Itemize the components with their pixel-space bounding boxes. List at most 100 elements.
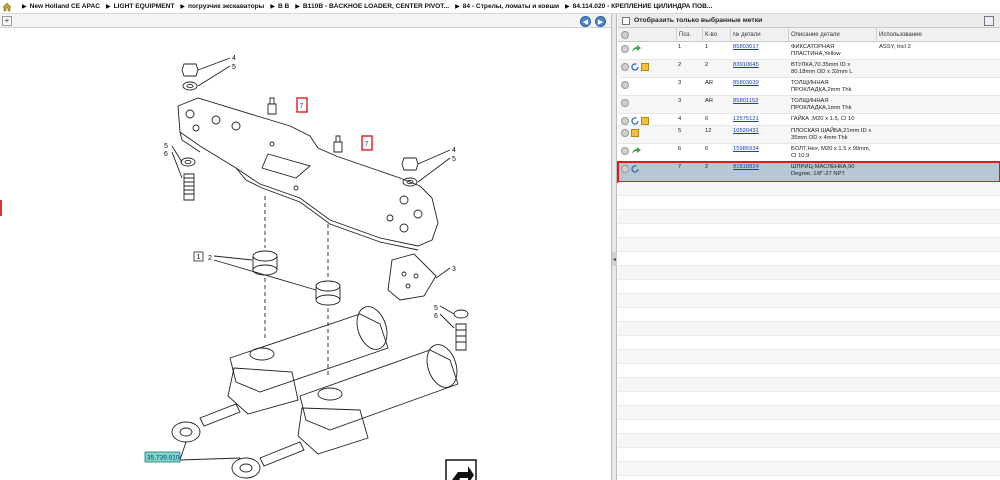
grease-fitting — [267, 97, 277, 115]
breadcrumb-arrow-icon: ▶ — [295, 4, 300, 10]
callout-number[interactable]: 4 — [232, 55, 236, 62]
rod-eye — [231, 457, 261, 479]
callout-number[interactable]: 6 — [434, 313, 438, 320]
breadcrumb-item[interactable]: B B — [278, 3, 289, 10]
callout-number[interactable]: 3 — [452, 266, 456, 273]
cylinder-part — [229, 313, 389, 393]
row-select-icon[interactable] — [621, 45, 629, 53]
replacement-arrow-icon[interactable] — [631, 45, 641, 53]
cell-qty: AR — [705, 80, 714, 86]
cylinder-part — [299, 349, 459, 431]
part-number-link[interactable]: 85801153 — [733, 98, 787, 105]
row-select-icon[interactable] — [621, 147, 629, 155]
refresh-icon[interactable] — [631, 117, 639, 125]
table-row[interactable]: 1 1 85803617 ФИКСАТОРНАЯ ПЛАСТИНА,Yellow ASS… — [618, 42, 1000, 60]
breadcrumb-item[interactable]: 84 - Стрелы, ломаты и ковши — [463, 3, 559, 10]
part-number-link[interactable]: 10520431 — [733, 128, 787, 135]
empty-row — [618, 224, 1000, 238]
column-header-qty[interactable]: К-во — [702, 28, 730, 42]
empty-row — [618, 462, 1000, 476]
row-select-icon[interactable] — [621, 117, 629, 125]
breadcrumb-item[interactable]: New Holland CE APAC — [30, 3, 100, 10]
table-row[interactable]: 7 2 81818824 ШПРИЦ-МАСЛЕНКА,90 Degree, 1/8"… — [617, 161, 1000, 183]
breadcrumb-item-current: 84.114.020 - КРЕПЛЕНИЕ ЦИЛИНДРА ПОВ... — [572, 3, 713, 10]
breadcrumb-item[interactable]: B110B - BACKHOE LOADER, CENTER PIVOT... — [303, 3, 449, 10]
row-select-icon[interactable] — [621, 165, 629, 173]
callout-number[interactable]: 5 — [452, 156, 456, 163]
breadcrumb-arrow-icon: ▶ — [180, 4, 186, 10]
app-window: ▶ New Holland CE APAC ▶ LIGHT EQUIPMENT … — [0, 0, 1000, 480]
part-number-link[interactable]: 12575121 — [733, 116, 787, 123]
callout-number-selected[interactable]: 7 — [300, 103, 304, 110]
cell-description: ГАЙКА ,M20 x 1.5, Cl 10 — [791, 116, 855, 122]
panel-splitter[interactable]: ◂ — [612, 14, 617, 480]
show-selected-label: Отобразить только выбранные метки — [634, 17, 763, 24]
cell-description: ШПРИЦ-МАСЛЕНКА,90 Degree, 1/8"-27 NPT — [791, 164, 855, 177]
diagram-panel: + ◀ ▶ 4 5 5 6 4 5 3 5 6 2 1 7 7 35.739.0… — [0, 14, 612, 480]
empty-row — [618, 280, 1000, 294]
expand-button[interactable]: + — [2, 16, 12, 26]
callout-number[interactable]: 5 — [232, 64, 236, 71]
cell-qty: 2 — [705, 164, 709, 170]
callout-number[interactable]: 1 — [197, 254, 201, 261]
empty-row — [618, 294, 1000, 308]
breadcrumb-item[interactable]: погрузчик экскаваторы — [188, 3, 264, 10]
cell-usage: ASSY, Incl 2 — [879, 44, 911, 50]
column-header-part[interactable]: № детали — [730, 28, 788, 42]
part-number-link[interactable]: 81818824 — [733, 164, 787, 171]
table-row[interactable]: 5 12 10520431 ПЛОСКАЯ ШАЙБА,21mm ID x 35mm … — [618, 126, 1000, 144]
column-header-usage[interactable]: Использование — [876, 28, 1000, 42]
replacement-arrow-icon[interactable] — [631, 147, 641, 155]
part-number-link[interactable]: 15986934 — [733, 146, 787, 153]
refresh-icon[interactable] — [631, 63, 639, 71]
prev-page-button[interactable]: ◀ — [580, 16, 591, 27]
kit-box-icon[interactable] — [641, 117, 649, 125]
breadcrumb-item[interactable]: LIGHT EQUIPMENT — [114, 3, 175, 10]
callout-number-selected[interactable]: 7 — [365, 141, 369, 148]
part-number-link[interactable]: 85803617 — [733, 44, 787, 51]
washer-part — [453, 309, 469, 319]
callout-number[interactable]: 2 — [208, 255, 212, 262]
cell-pos: 4 — [678, 116, 682, 122]
grid-settings-icon[interactable] — [984, 16, 994, 26]
bracket-hole — [269, 141, 275, 147]
row-select-icon[interactable] — [621, 81, 629, 89]
refresh-icon[interactable] — [631, 165, 639, 173]
part-number-link[interactable]: 85803639 — [733, 80, 787, 87]
next-page-button[interactable]: ▶ — [595, 16, 606, 27]
cell-qty: AR — [705, 98, 714, 104]
collapse-arrow-icon[interactable]: ◂ — [612, 252, 617, 266]
callout-number[interactable]: 5 — [164, 143, 168, 150]
parts-diagram[interactable]: 4 5 5 6 4 5 3 5 6 2 1 7 7 35.739.010 — [0, 28, 612, 480]
reference-label[interactable]: 35.739.010 — [147, 455, 180, 462]
row-select-icon[interactable] — [621, 129, 629, 137]
column-header-pos[interactable]: Поз. — [676, 28, 702, 42]
callout-number[interactable]: 6 — [164, 151, 168, 158]
part-number-link[interactable]: 83910645 — [733, 62, 787, 69]
breadcrumb-arrow-icon: ▶ — [565, 4, 570, 10]
table-row[interactable]: 2 2 83910645 ВТУЛКА,70.35mm ID x 80.18mm OD… — [618, 60, 1000, 78]
kit-box-icon[interactable] — [641, 63, 649, 71]
bracket-hole — [386, 214, 394, 222]
washer-part — [182, 81, 198, 91]
home-icon[interactable] — [2, 2, 12, 12]
table-row[interactable]: 6 6 15986934 БОЛТ,Hex, M20 x 1.5 x 90mm, Cl… — [618, 144, 1000, 162]
callout-number[interactable]: 5 — [434, 305, 438, 312]
column-header-desc[interactable]: Описание детали — [788, 28, 876, 42]
row-select-icon[interactable] — [621, 63, 629, 71]
callout-number[interactable]: 4 — [452, 147, 456, 154]
bracket-hole — [231, 121, 241, 131]
empty-row — [618, 406, 1000, 420]
kit-box-icon[interactable] — [631, 129, 639, 137]
jump-to-diagram-icon[interactable] — [445, 459, 477, 480]
rod-eye — [171, 421, 201, 443]
show-selected-checkbox[interactable] — [622, 16, 630, 25]
table-row[interactable]: 3 AR 85803639 ТОЛЩИННАЯ ПРОКЛАДКА,2mm Thk — [618, 78, 1000, 96]
empty-row — [618, 196, 1000, 210]
table-row[interactable]: 3 AR 85801153 ТОЛЩИННАЯ ПРОКЛАДКА,1mm Thk — [618, 96, 1000, 114]
table-row[interactable]: 4 6 12575121 ГАЙКА ,M20 x 1.5, Cl 10 — [618, 114, 1000, 126]
grease-fitting — [333, 135, 343, 153]
bracket-hole — [399, 195, 409, 205]
row-select-icon[interactable] — [621, 99, 629, 107]
select-all-icon[interactable] — [621, 31, 629, 39]
